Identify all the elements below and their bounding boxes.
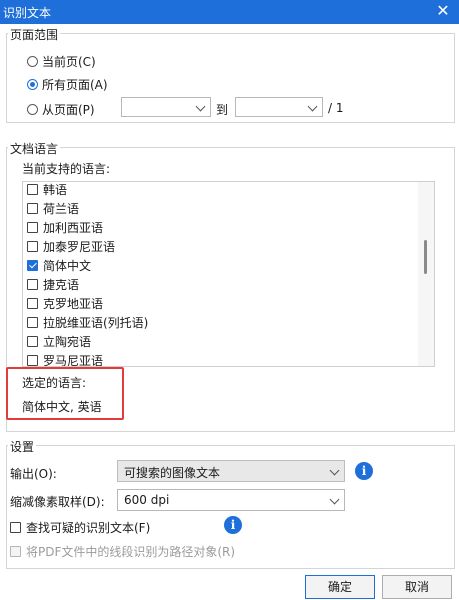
- window-title: 识别文本: [3, 6, 52, 20]
- checkbox[interactable]: [27, 298, 38, 309]
- language-label: 立陶宛语: [43, 335, 92, 349]
- language-label: 简体中文: [43, 259, 92, 273]
- list-item[interactable]: 克罗地亚语: [27, 294, 103, 313]
- checkbox[interactable]: [27, 222, 38, 233]
- language-label: 加泰罗尼亚语: [43, 240, 116, 254]
- radio-dot: [27, 104, 38, 115]
- checkbox[interactable]: [27, 279, 38, 290]
- checkbox[interactable]: [27, 203, 38, 214]
- output-select[interactable]: 可搜索的图像文本: [117, 460, 345, 482]
- cancel-button[interactable]: 取消: [382, 575, 452, 599]
- scrollbar-thumb[interactable]: [424, 240, 427, 274]
- radio-current-page[interactable]: 当前页(C): [27, 53, 96, 70]
- list-item[interactable]: 简体中文: [27, 256, 91, 275]
- language-label: 加利西亚语: [43, 221, 104, 235]
- info-icon[interactable]: i: [224, 516, 242, 534]
- downsample-value: 600 dpi: [124, 493, 170, 507]
- language-legend: 文档语言: [8, 140, 61, 157]
- chevron-down-icon: [329, 465, 340, 476]
- selected-languages-value: 简体中文, 英语: [22, 400, 102, 414]
- chevron-down-icon: [329, 494, 340, 505]
- suspect-text-label: 查找可疑的识别文本(F): [26, 521, 151, 535]
- chevron-down-icon: [307, 101, 318, 112]
- language-label: 克罗地亚语: [43, 297, 104, 311]
- list-item[interactable]: 罗马尼亚语: [27, 351, 104, 367]
- checkbox[interactable]: [27, 355, 38, 366]
- to-page-select[interactable]: [235, 97, 323, 117]
- language-label: 罗马尼亚语: [43, 354, 104, 367]
- suspect-text-checkbox[interactable]: 查找可疑的识别文本(F): [10, 519, 150, 536]
- language-label: 荷兰语: [43, 202, 80, 216]
- title-bar: 识别文本 ✕: [0, 0, 459, 24]
- list-item[interactable]: 加泰罗尼亚语: [27, 237, 115, 256]
- list-item[interactable]: 加利西亚语: [27, 218, 103, 237]
- output-value: 可搜索的图像文本: [124, 466, 221, 480]
- checkbox[interactable]: [27, 241, 38, 252]
- radio-label: 所有页面(A): [42, 78, 108, 92]
- checkbox[interactable]: [27, 317, 38, 328]
- list-item[interactable]: 捷克语: [27, 275, 79, 294]
- language-label: 韩语: [43, 183, 68, 197]
- radio-dot-selected: [27, 79, 38, 90]
- list-item[interactable]: 立陶宛语: [27, 332, 91, 351]
- chevron-down-icon: [195, 101, 206, 112]
- list-item[interactable]: 韩语: [27, 182, 68, 199]
- to-label: 到: [216, 103, 229, 117]
- radio-all-pages[interactable]: 所有页面(A): [27, 76, 108, 93]
- checkbox[interactable]: [10, 522, 21, 533]
- language-label: 捷克语: [43, 278, 80, 292]
- checkbox-disabled: [10, 546, 21, 557]
- downsample-label: 缩减像素取样(D):: [10, 495, 105, 509]
- language-label: 拉脱维亚语(列托语): [43, 316, 149, 330]
- language-list[interactable]: 韩语 荷兰语 加利西亚语 加泰罗尼亚语 简体中文 捷克语 克罗地亚语 拉脱维亚语…: [22, 181, 435, 367]
- output-label: 输出(O):: [10, 467, 57, 481]
- ok-button[interactable]: 确定: [305, 575, 375, 599]
- radio-label: 从页面(P): [42, 103, 95, 117]
- selected-languages-label: 选定的语言:: [22, 376, 87, 390]
- vector-paths-label: 将PDF文件中的线段识别为路径对象(R): [26, 545, 236, 559]
- from-page-select[interactable]: [121, 97, 211, 117]
- checkbox[interactable]: [27, 336, 38, 347]
- radio-from-page[interactable]: 从页面(P): [27, 101, 95, 118]
- checkbox-checked[interactable]: [27, 260, 38, 271]
- settings-legend: 设置: [8, 438, 37, 455]
- vector-paths-checkbox: 将PDF文件中的线段识别为路径对象(R): [10, 543, 235, 560]
- checkbox[interactable]: [27, 184, 38, 195]
- page-total: / 1: [328, 101, 344, 115]
- supported-languages-label: 当前支持的语言:: [22, 162, 111, 176]
- close-icon[interactable]: ✕: [433, 1, 453, 21]
- list-item[interactable]: 拉脱维亚语(列托语): [27, 313, 148, 332]
- list-item[interactable]: 荷兰语: [27, 199, 79, 218]
- page-range-legend: 页面范围: [8, 26, 61, 43]
- language-list-scrollbar[interactable]: [418, 182, 434, 366]
- info-icon[interactable]: i: [355, 462, 373, 480]
- radio-label: 当前页(C): [42, 55, 96, 69]
- downsample-select[interactable]: 600 dpi: [117, 489, 345, 511]
- radio-dot: [27, 56, 38, 67]
